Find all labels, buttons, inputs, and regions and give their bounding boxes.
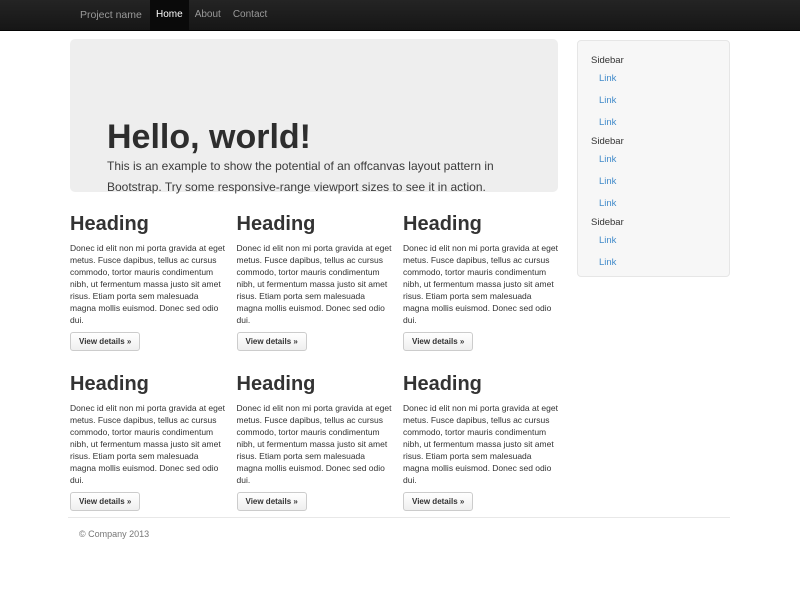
card-body-line-1: Donec id elit non mi porta gravida at eg… xyxy=(70,242,224,254)
card-body-line-1: Donec id elit non mi porta gravida at eg… xyxy=(237,402,391,414)
jumbotron: Hello, world! This is an example to show… xyxy=(70,39,558,192)
card-body-line-7: dui. xyxy=(237,314,391,326)
card-2: Heading Donec id elit non mi porta gravid… xyxy=(237,212,391,351)
jumbotron-text: This is an example to show the potential… xyxy=(107,156,494,198)
nav-item-home[interactable]: Home xyxy=(150,0,189,30)
card-body-line-6: magna mollis euismod. Donec sed odio xyxy=(237,462,391,474)
sidebar-link-2-1[interactable]: Link xyxy=(591,149,699,171)
card-body: Donec id elit non mi porta gravida at eg… xyxy=(237,402,391,486)
card-body-line-4: nibh, ut fermentum massa justo sit amet xyxy=(237,438,391,450)
card-body: Donec id elit non mi porta gravida at eg… xyxy=(403,402,557,486)
sidebar-link-1-2[interactable]: Link xyxy=(591,90,699,112)
card-title: Heading xyxy=(70,372,224,396)
sidebar-link-1-3[interactable]: Link xyxy=(591,112,699,134)
card-body-line-4: nibh, ut fermentum massa justo sit amet xyxy=(70,438,224,450)
card-title: Heading xyxy=(237,372,391,396)
jumbotron-text-line-2: Bootstrap. Try some responsive-range vie… xyxy=(107,177,494,198)
card-body-line-4: nibh, ut fermentum massa justo sit amet xyxy=(403,438,557,450)
cards-row-1: Heading Donec id elit non mi porta gravid… xyxy=(70,212,570,362)
footer-text: © Company 2013 xyxy=(79,527,149,541)
view-details-button[interactable]: View details » xyxy=(403,332,473,351)
card-body-line-2: metus. Fusce dapibus, tellus ac cursus xyxy=(237,414,391,426)
card-title: Heading xyxy=(237,212,391,236)
card-body-line-2: metus. Fusce dapibus, tellus ac cursus xyxy=(70,414,224,426)
navbar-menu: HomeAboutContact xyxy=(150,0,273,30)
card-body-line-7: dui. xyxy=(403,474,557,486)
card-3: Heading Donec id elit non mi porta gravid… xyxy=(403,212,557,351)
card-body-line-5: risus. Etiam porta sem malesuada xyxy=(237,290,391,302)
view-details-button[interactable]: View details » xyxy=(70,332,140,351)
card-body-line-3: commodo, tortor mauris condimentum xyxy=(70,426,224,438)
card-1: Heading Donec id elit non mi porta gravid… xyxy=(70,212,224,351)
sidebar-link-2-2[interactable]: Link xyxy=(591,171,699,193)
view-details-button[interactable]: View details » xyxy=(70,492,140,511)
card-body-line-2: metus. Fusce dapibus, tellus ac cursus xyxy=(70,254,224,266)
cards-row-2: Heading Donec id elit non mi porta gravid… xyxy=(70,372,570,522)
card-body-line-1: Donec id elit non mi porta gravida at eg… xyxy=(237,242,391,254)
card-body: Donec id elit non mi porta gravida at eg… xyxy=(237,242,391,326)
view-details-button[interactable]: View details » xyxy=(237,492,307,511)
card-body-line-3: commodo, tortor mauris condimentum xyxy=(403,426,557,438)
sidebar-group-header-1: Sidebar xyxy=(591,53,729,68)
card-body-line-2: metus. Fusce dapibus, tellus ac cursus xyxy=(237,254,391,266)
sidebar-link-3-2[interactable]: Link xyxy=(591,252,699,274)
card-4: Heading Donec id elit non mi porta gravid… xyxy=(70,372,224,511)
sidebar-link-2-3[interactable]: Link xyxy=(591,193,699,215)
footer-divider xyxy=(68,517,730,518)
sidebar-link-3-1[interactable]: Link xyxy=(591,230,699,252)
navbar-brand[interactable]: Project name xyxy=(80,0,142,30)
card-body-line-6: magna mollis euismod. Donec sed odio xyxy=(237,302,391,314)
card-body-line-5: risus. Etiam porta sem malesuada xyxy=(237,450,391,462)
card-body-line-6: magna mollis euismod. Donec sed odio xyxy=(403,302,557,314)
card-body: Donec id elit non mi porta gravida at eg… xyxy=(70,402,224,486)
card-6: Heading Donec id elit non mi porta gravid… xyxy=(403,372,557,511)
card-title: Heading xyxy=(70,212,224,236)
card-body-line-2: metus. Fusce dapibus, tellus ac cursus xyxy=(403,254,557,266)
view-details-button[interactable]: View details » xyxy=(403,492,473,511)
card-body-line-7: dui. xyxy=(70,474,224,486)
card-body-line-4: nibh, ut fermentum massa justo sit amet xyxy=(70,278,224,290)
navbar: Project name HomeAboutContact xyxy=(0,0,800,31)
card-body-line-4: nibh, ut fermentum massa justo sit amet xyxy=(237,278,391,290)
view-details-button[interactable]: View details » xyxy=(237,332,307,351)
card-body-line-7: dui. xyxy=(237,474,391,486)
card-body: Donec id elit non mi porta gravida at eg… xyxy=(403,242,557,326)
card-title: Heading xyxy=(403,372,557,396)
card-body-line-5: risus. Etiam porta sem malesuada xyxy=(403,450,557,462)
card-body-line-3: commodo, tortor mauris condimentum xyxy=(403,266,557,278)
card-5: Heading Donec id elit non mi porta gravid… xyxy=(237,372,391,511)
page: Project name HomeAboutContact Hello, wor… xyxy=(0,0,800,600)
card-body-line-7: dui. xyxy=(70,314,224,326)
nav-item-contact[interactable]: Contact xyxy=(227,0,273,30)
sidebar: SidebarLinkLinkLinkSidebarLinkLinkLinkSi… xyxy=(577,40,730,277)
card-body-line-6: magna mollis euismod. Donec sed odio xyxy=(403,462,557,474)
card-title: Heading xyxy=(403,212,557,236)
card-body-line-5: risus. Etiam porta sem malesuada xyxy=(403,290,557,302)
card-body-line-1: Donec id elit non mi porta gravida at eg… xyxy=(403,242,557,254)
card-body-line-6: magna mollis euismod. Donec sed odio xyxy=(70,462,224,474)
card-body-line-6: magna mollis euismod. Donec sed odio xyxy=(70,302,224,314)
sidebar-group-header-3: Sidebar xyxy=(591,215,729,230)
card-body-line-5: risus. Etiam porta sem malesuada xyxy=(70,450,224,462)
card-body-line-3: commodo, tortor mauris condimentum xyxy=(237,266,391,278)
card-body-line-4: nibh, ut fermentum massa justo sit amet xyxy=(403,278,557,290)
card-body-line-3: commodo, tortor mauris condimentum xyxy=(237,426,391,438)
jumbotron-text-line-1: This is an example to show the potential… xyxy=(107,156,494,177)
card-body-line-1: Donec id elit non mi porta gravida at eg… xyxy=(403,402,557,414)
sidebar-group-header-2: Sidebar xyxy=(591,134,729,149)
card-body-line-3: commodo, tortor mauris condimentum xyxy=(70,266,224,278)
card-body-line-1: Donec id elit non mi porta gravida at eg… xyxy=(70,402,224,414)
sidebar-link-1-1[interactable]: Link xyxy=(591,68,699,90)
card-body-line-7: dui. xyxy=(403,314,557,326)
card-body-line-2: metus. Fusce dapibus, tellus ac cursus xyxy=(403,414,557,426)
card-body: Donec id elit non mi porta gravida at eg… xyxy=(70,242,224,326)
jumbotron-title: Hello, world! xyxy=(107,119,311,155)
nav-item-about[interactable]: About xyxy=(189,0,227,30)
card-body-line-5: risus. Etiam porta sem malesuada xyxy=(70,290,224,302)
